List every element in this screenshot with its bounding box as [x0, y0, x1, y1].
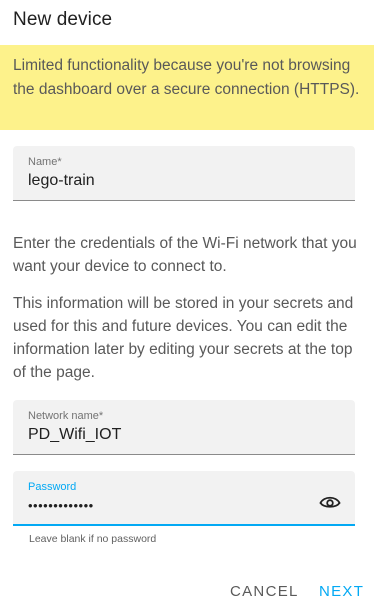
dialog-title: New device — [13, 9, 113, 30]
wifi-instructions-text: Enter the credentials of the Wi-Fi netwo… — [13, 235, 357, 275]
name-field-value[interactable]: lego-train — [28, 172, 95, 190]
network-name-value[interactable]: PD_Wifi_IOT — [28, 426, 121, 444]
https-warning-banner: Limited functionality because you're not… — [0, 45, 374, 130]
password-value[interactable]: ••••••••••••• — [28, 498, 94, 513]
new-device-dialog: New device Limited functionality because… — [0, 0, 374, 610]
name-field-label: Name* — [28, 156, 62, 168]
name-field[interactable]: Name* lego-train — [13, 146, 355, 201]
cancel-button[interactable]: CANCEL — [230, 583, 299, 600]
next-button[interactable]: NEXT — [319, 583, 364, 600]
eye-icon[interactable] — [319, 493, 341, 511]
secrets-info-text: This information will be stored in your … — [13, 295, 354, 381]
network-name-field[interactable]: Network name* PD_Wifi_IOT — [13, 400, 355, 455]
password-field[interactable]: Password ••••••••••••• — [13, 471, 355, 526]
network-name-label: Network name* — [28, 410, 104, 422]
password-helper-text: Leave blank if no password — [29, 533, 157, 545]
password-label: Password — [28, 481, 77, 493]
